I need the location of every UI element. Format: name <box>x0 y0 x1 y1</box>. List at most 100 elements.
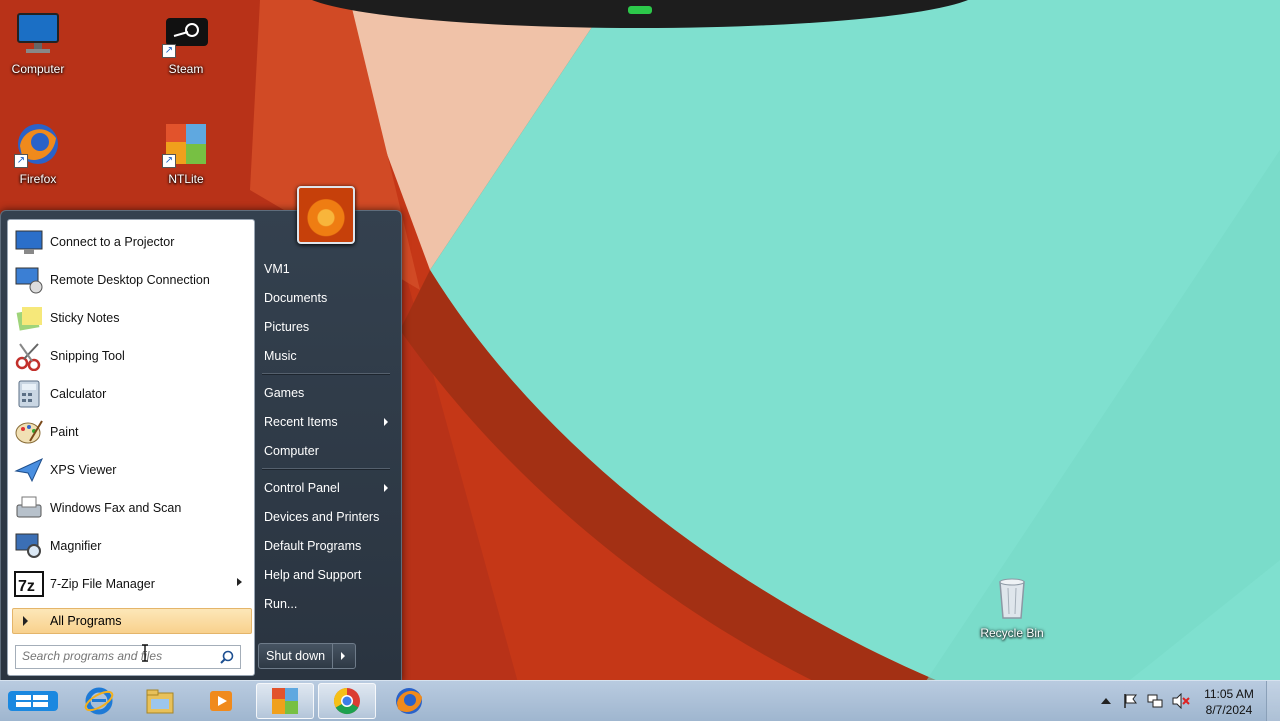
svg-text:7z: 7z <box>18 578 35 595</box>
program-snipping-tool[interactable]: Snipping Tool <box>12 338 250 374</box>
program-calculator[interactable]: Calculator <box>12 376 250 412</box>
magnifier-icon <box>14 531 44 561</box>
ntlite-icon: ↗ <box>162 120 210 168</box>
start-link-computer[interactable]: Computer <box>258 440 394 462</box>
desktop-icon-steam[interactable]: ↗ Steam <box>148 10 224 76</box>
start-link-games[interactable]: Games <box>258 382 394 404</box>
start-link-control-panel[interactable]: Control Panel <box>258 477 394 499</box>
desktop-icon-firefox[interactable]: ↗ Firefox <box>0 120 76 186</box>
shutdown-button[interactable]: Shut down <box>258 643 356 669</box>
start-link-label: Default Programs <box>264 539 362 553</box>
start-link-label: Recent Items <box>264 415 338 429</box>
program-sticky-notes[interactable]: Sticky Notes <box>12 300 250 336</box>
taskbar-internet-explorer[interactable] <box>70 683 128 719</box>
shutdown-options-arrow-icon[interactable] <box>341 652 345 660</box>
steam-icon: ↗ <box>162 10 210 58</box>
start-link-default-programs[interactable]: Default Programs <box>258 535 394 557</box>
all-programs-button[interactable]: All Programs <box>12 608 252 634</box>
taskbar-media-player[interactable] <box>192 683 250 719</box>
search-input[interactable] <box>16 646 212 666</box>
program-connect-to-projector[interactable]: Connect to a Projector <box>12 224 250 260</box>
start-link-vm1[interactable]: VM1 <box>258 258 394 280</box>
start-link-music[interactable]: Music <box>258 345 394 367</box>
start-link-documents[interactable]: Documents <box>258 287 394 309</box>
taskbar-clock[interactable]: 11:05 AM 8/7/2024 <box>1198 686 1260 718</box>
search-icon[interactable] <box>220 650 234 664</box>
program-label: Paint <box>50 425 79 439</box>
start-link-label: Computer <box>264 444 319 458</box>
start-link-label: Devices and Printers <box>264 510 380 524</box>
action-center-flag-icon[interactable] <box>1122 693 1138 709</box>
start-link-label: Pictures <box>264 320 310 334</box>
program-label: Remote Desktop Connection <box>50 273 210 287</box>
clock-time: 11:05 AM <box>1204 687 1254 701</box>
program-7zip[interactable]: 7z 7-Zip File Manager <box>12 566 250 602</box>
desktop-icon-label: Firefox <box>19 172 57 186</box>
program-xps-viewer[interactable]: XPS Viewer <box>12 452 250 488</box>
program-fax-and-scan[interactable]: Windows Fax and Scan <box>12 490 250 526</box>
shortcut-arrow-icon: ↗ <box>162 154 176 168</box>
program-label: 7-Zip File Manager <box>50 577 155 591</box>
paper-plane-icon <box>14 455 44 485</box>
submenu-arrow-icon <box>384 484 388 492</box>
start-link-pictures[interactable]: Pictures <box>258 316 394 338</box>
show-hidden-icons-icon[interactable] <box>1100 697 1112 705</box>
program-label: XPS Viewer <box>50 463 117 477</box>
start-button[interactable] <box>4 685 62 717</box>
taskbar-chrome[interactable] <box>318 683 376 719</box>
taskbar-firefox[interactable] <box>380 683 438 719</box>
start-search-box[interactable] <box>15 645 241 669</box>
program-label: Sticky Notes <box>50 311 120 325</box>
media-player-icon <box>210 691 232 711</box>
program-label: Windows Fax and Scan <box>50 501 182 515</box>
calculator-icon <box>14 379 44 409</box>
paint-palette-icon <box>14 417 44 447</box>
text-cursor-icon <box>142 644 148 662</box>
desktop-icon-label: Computer <box>11 62 65 76</box>
program-label: Snipping Tool <box>50 349 125 363</box>
start-link-label: Music <box>264 349 297 363</box>
chrome-icon <box>333 687 360 715</box>
start-menu-programs-pane: Connect to a Projector Remote Desktop Co… <box>7 219 255 676</box>
start-link-label: Games <box>264 386 305 400</box>
taskbar-ntlite[interactable] <box>256 683 314 719</box>
desktop-icon-computer[interactable]: Computer <box>0 10 76 76</box>
recycle-bin-icon <box>988 574 1036 622</box>
start-link-label: Control Panel <box>264 481 340 495</box>
shutdown-label: Shut down <box>259 644 333 668</box>
menu-separator <box>262 468 390 470</box>
start-link-run[interactable]: Run... <box>258 593 394 615</box>
program-remote-desktop[interactable]: Remote Desktop Connection <box>12 262 250 298</box>
start-link-label: VM1 <box>264 262 290 276</box>
remote-desktop-icon <box>14 265 44 295</box>
start-link-label: Help and Support <box>264 568 362 582</box>
computer-icon <box>14 10 62 58</box>
menu-separator <box>262 373 390 375</box>
ntlite-icon <box>272 688 298 714</box>
taskbar-file-explorer[interactable] <box>131 683 189 719</box>
start-link-recent-items[interactable]: Recent Items <box>258 411 394 433</box>
program-label: Calculator <box>50 387 107 401</box>
user-account-picture[interactable] <box>297 186 355 244</box>
desktop-icon-label: Steam <box>168 62 204 76</box>
start-link-help-support[interactable]: Help and Support <box>258 564 394 586</box>
desktop-icon-label: NTLite <box>168 172 204 186</box>
scissors-icon <box>14 341 44 372</box>
program-paint[interactable]: Paint <box>12 414 250 450</box>
start-link-devices-printers[interactable]: Devices and Printers <box>258 506 394 528</box>
expand-triangle-icon <box>23 616 28 626</box>
program-magnifier[interactable]: Magnifier <box>12 528 250 564</box>
desktop-icon-recycle-bin[interactable]: Recycle Bin <box>974 574 1050 640</box>
firefox-icon: ↗ <box>14 120 62 168</box>
show-desktop-button[interactable] <box>1266 681 1280 721</box>
volume-muted-icon[interactable] <box>1172 693 1190 709</box>
taskbar: 11:05 AM 8/7/2024 <box>0 680 1280 721</box>
network-icon[interactable] <box>1147 693 1163 709</box>
submenu-arrow-icon <box>237 578 242 586</box>
desktop-icon-ntlite[interactable]: ↗ NTLite <box>148 120 224 186</box>
start-link-label: Run... <box>264 597 298 611</box>
submenu-arrow-icon <box>384 418 388 426</box>
shortcut-arrow-icon: ↗ <box>14 154 28 168</box>
firefox-icon <box>396 688 422 714</box>
file-explorer-icon <box>146 689 174 714</box>
